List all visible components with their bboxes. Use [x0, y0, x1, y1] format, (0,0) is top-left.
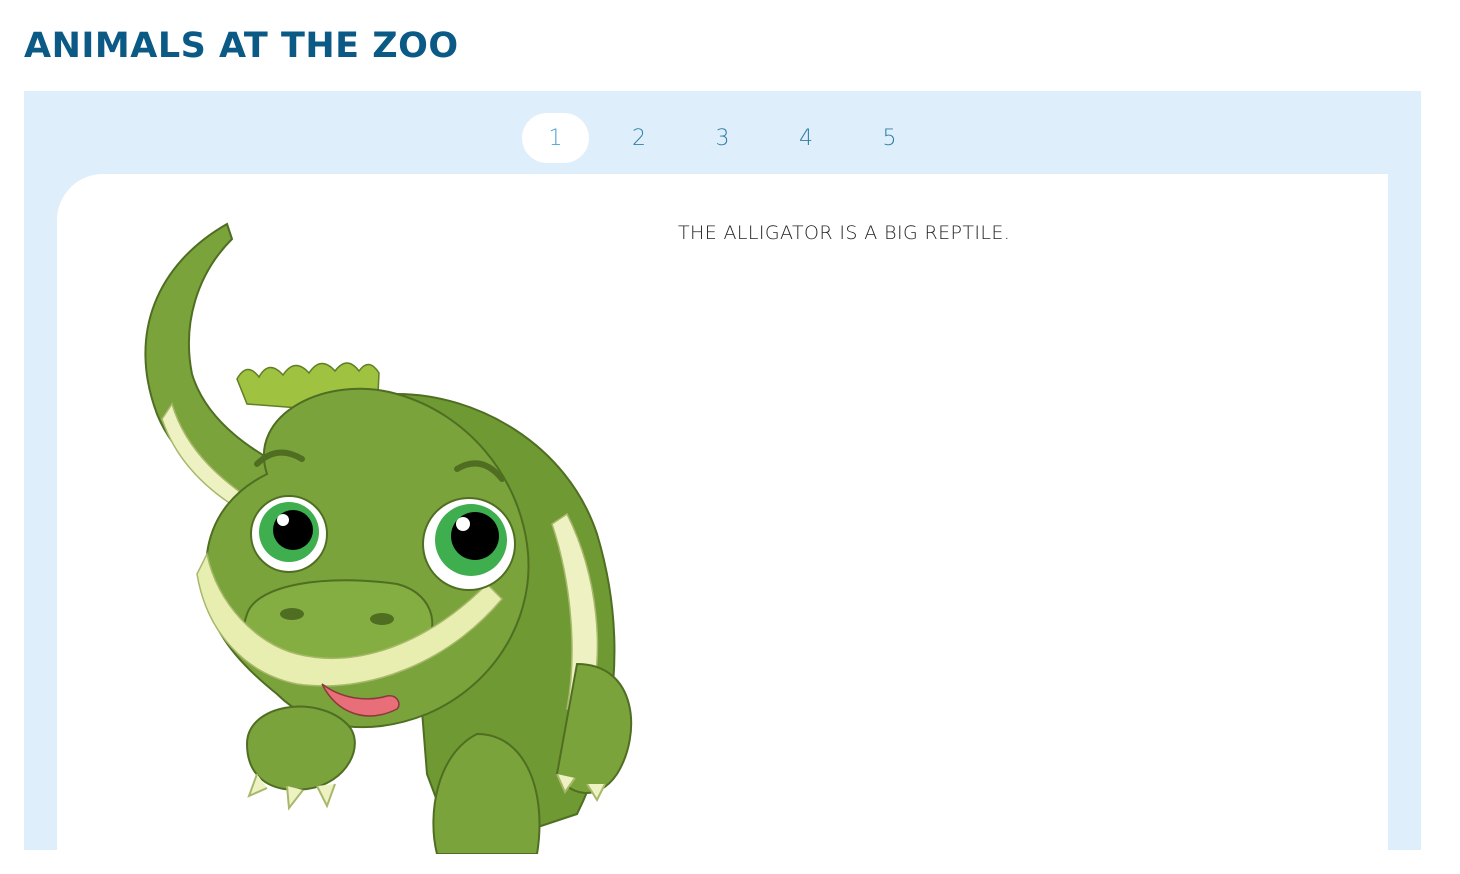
page-button-3[interactable]: 3 [689, 113, 756, 163]
slideshow-panel: 1 2 3 4 5 THE ALLIGATOR IS A BIG REPTILE… [24, 91, 1421, 874]
slide-sentence: THE ALLIGATOR IS A BIG REPTILE. [678, 222, 1011, 244]
alligator-illustration [144, 222, 633, 854]
page-button-5[interactable]: 5 [856, 113, 923, 163]
page-button-4[interactable]: 4 [773, 113, 840, 163]
page-button-1[interactable]: 1 [522, 113, 589, 163]
page-button-2[interactable]: 2 [606, 113, 673, 163]
page-title: ANIMALS AT THE ZOO [24, 26, 459, 66]
page-pager: 1 2 3 4 5 [522, 113, 940, 163]
slide-card: THE ALLIGATOR IS A BIG REPTILE. [57, 174, 1388, 874]
